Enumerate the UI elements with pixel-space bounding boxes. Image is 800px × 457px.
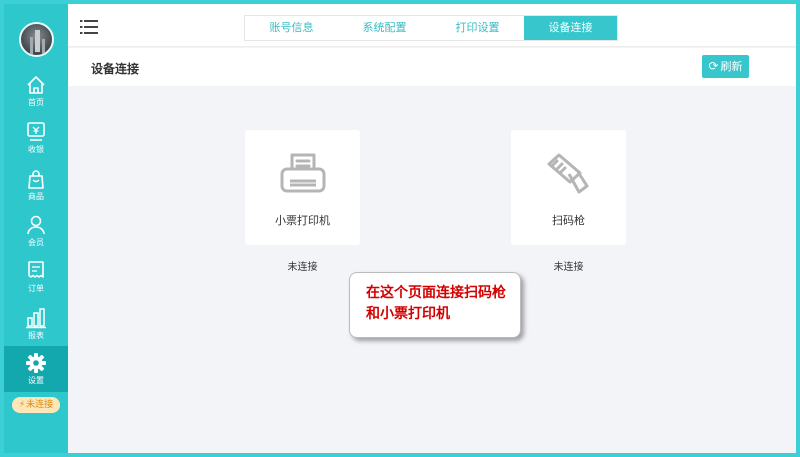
sidebar-item-label: 订单 xyxy=(28,284,44,293)
user-icon xyxy=(25,214,47,236)
main-content: 账号信息 系统配置 打印设置 设备连接 设备连接 ⟳刷新 小票打印机 未连接 xyxy=(68,4,796,453)
device-status: 未连接 xyxy=(553,262,584,273)
connection-status-badge[interactable]: ⚡未连接 xyxy=(12,397,60,413)
annotation-callout: 在这个页面连接扫码枪和小票打印机 xyxy=(349,272,521,338)
bar-chart-icon xyxy=(25,307,47,329)
page-header: 设备连接 ⟳ 刷新 xyxy=(68,48,796,86)
tab-system-config[interactable]: 系统配置 xyxy=(338,16,431,40)
sidebar-item-label: 首页 xyxy=(28,98,44,107)
sidebar-item-orders[interactable]: 订单 xyxy=(4,260,68,306)
shopping-bag-icon xyxy=(25,168,47,190)
connection-status-label: 未连接 xyxy=(26,400,54,410)
cash-register-icon xyxy=(25,121,47,143)
sidebar-item-label: 设置 xyxy=(28,376,44,385)
sidebar: 首页 收银 商品 会员 订单 报表 设置 ⚡未连接 xyxy=(4,4,68,453)
printer-icon xyxy=(245,152,360,196)
device-card-printer[interactable]: 小票打印机 xyxy=(245,130,360,245)
device-card-scanner[interactable]: 扫码枪 xyxy=(511,130,626,245)
sidebar-item-label: 会员 xyxy=(28,238,44,247)
device-status: 未连接 xyxy=(287,262,318,273)
sidebar-item-label: 报表 xyxy=(28,331,44,340)
sidebar-item-settings[interactable]: 设置 xyxy=(4,346,68,392)
refresh-button[interactable]: ⟳ 刷新 xyxy=(702,55,749,78)
settings-tabs: 账号信息 系统配置 打印设置 设备连接 xyxy=(244,15,618,41)
device-name: 小票打印机 xyxy=(275,214,330,227)
receipt-icon xyxy=(25,260,47,282)
app-window: 首页 收银 商品 会员 订单 报表 设置 ⚡未连接 账号信息 系统配置 打印设置… xyxy=(4,4,796,453)
tab-print-settings[interactable]: 打印设置 xyxy=(431,16,524,40)
top-bar: 账号信息 系统配置 打印设置 设备连接 xyxy=(68,4,796,47)
plug-icon: ⚡ xyxy=(18,400,26,410)
tab-device-connection[interactable]: 设备连接 xyxy=(524,16,617,40)
sidebar-item-cashier[interactable]: 收银 xyxy=(4,121,68,167)
avatar[interactable] xyxy=(19,22,54,57)
refresh-icon: ⟳ xyxy=(708,59,719,73)
refresh-label: 刷新 xyxy=(720,60,743,73)
gear-icon xyxy=(25,352,47,374)
tab-account-info[interactable]: 账号信息 xyxy=(245,16,338,40)
menu-icon[interactable] xyxy=(80,20,98,37)
page-title: 设备连接 xyxy=(91,62,140,76)
barcode-scanner-icon xyxy=(511,152,626,196)
sidebar-item-members[interactable]: 会员 xyxy=(4,214,68,260)
home-icon xyxy=(25,74,47,96)
sidebar-item-label: 商品 xyxy=(28,192,44,201)
sidebar-item-home[interactable]: 首页 xyxy=(4,74,68,120)
sidebar-item-label: 收银 xyxy=(28,145,44,154)
device-name: 扫码枪 xyxy=(552,214,585,227)
sidebar-item-products[interactable]: 商品 xyxy=(4,168,68,214)
